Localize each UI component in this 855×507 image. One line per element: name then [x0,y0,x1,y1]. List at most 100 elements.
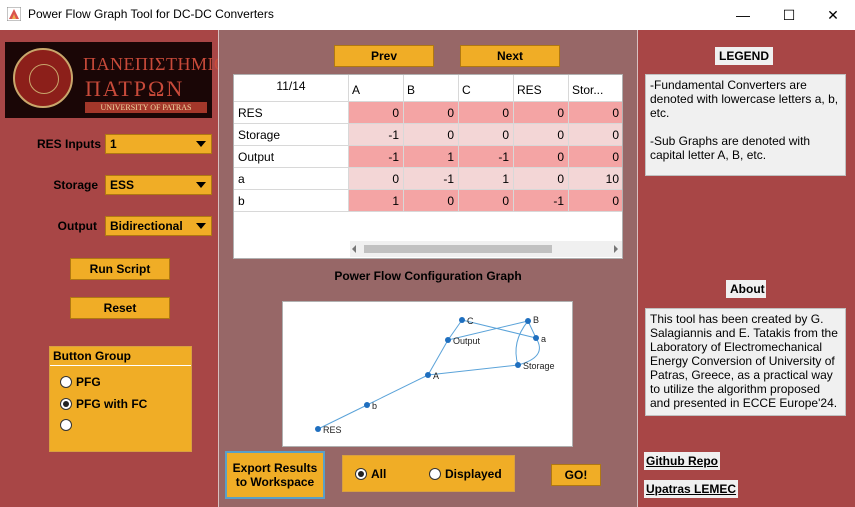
scrollbar-thumb[interactable] [364,245,552,253]
table-cell[interactable]: 0 [404,102,459,124]
row-header: a [234,168,349,190]
prev-button[interactable]: Prev [334,45,434,67]
res-inputs-dropdown[interactable]: 1 [105,134,212,154]
table-row[interactable]: b 1 0 0 -1 0 [234,190,622,212]
divider [50,365,191,366]
row-header: RES [234,102,349,124]
storage-value: ESS [110,178,135,192]
about-box: This tool has been created by G. Salagia… [645,308,846,416]
table-row[interactable]: Storage -1 0 0 0 0 [234,124,622,146]
table-cell[interactable]: 0 [569,102,622,124]
table-cell[interactable]: 0 [514,146,569,168]
output-dropdown[interactable]: Bidirectional [105,216,212,236]
table-cell[interactable]: 0 [349,168,404,190]
legend-text-2: -Sub Graphs are denoted with capital let… [650,134,811,162]
graph-node [364,402,370,408]
table-cell[interactable]: -1 [349,146,404,168]
table-cell[interactable]: 0 [514,168,569,190]
row-header: Storage [234,124,349,146]
output-value: Bidirectional [110,219,183,233]
radio-circle-icon [429,468,441,480]
table-cell[interactable]: 0 [459,124,514,146]
legend-text-1: -Fundamental Converters are denoted with… [650,78,839,120]
node-label-A: A [433,371,439,381]
radio-empty[interactable] [60,419,76,431]
radio-pfg-with-fc[interactable]: PFG with FC [60,397,147,411]
table-header: 11/14 A B C RES Stor... [234,75,622,102]
radio-selected-icon [60,398,72,410]
horizontal-scrollbar[interactable] [350,241,622,257]
res-inputs-label: RES Inputs [36,137,101,151]
table-cell[interactable]: -1 [349,124,404,146]
table-row[interactable]: RES 0 0 0 0 0 [234,102,622,124]
scroll-left-icon[interactable] [352,245,356,253]
column-header[interactable]: RES [514,75,569,102]
table-cell[interactable]: 1 [349,190,404,212]
upatras-lemec-link[interactable]: Upatras LEMEC [644,480,739,498]
graph-node [315,426,321,432]
table-cell[interactable]: 10 [569,168,622,190]
minimize-button[interactable]: — [720,0,766,30]
table-row[interactable]: Output -1 1 -1 0 0 [234,146,622,168]
power-flow-graph: RES b A Output C B a Storage [282,301,573,447]
center-panel: Prev Next 11/14 A B C RES Stor... RES 0 … [218,30,638,507]
table-cell[interactable]: 1 [404,146,459,168]
legend-box: -Fundamental Converters are denoted with… [645,74,846,176]
button-group-title: Button Group [53,349,131,363]
node-label-storage: Storage [523,361,555,371]
table-cell[interactable]: 0 [404,124,459,146]
row-header: b [234,190,349,212]
radio-all[interactable]: All [355,467,386,481]
go-button[interactable]: GO! [551,464,601,486]
table-cell[interactable]: 0 [514,102,569,124]
run-script-button[interactable]: Run Script [70,258,170,280]
graph-node [459,317,465,323]
legend-title: LEGEND [715,47,773,65]
table-cell[interactable]: 0 [514,124,569,146]
column-header[interactable]: A [349,75,404,102]
github-repo-link[interactable]: Github Repo [644,452,720,470]
radio-displayed[interactable]: Displayed [429,467,502,481]
reset-button[interactable]: Reset [70,297,170,319]
graph-node [525,318,531,324]
table-cell[interactable]: -1 [459,146,514,168]
graph-canvas: RES b A Output C B a Storage [315,315,555,435]
graph-node [445,337,451,343]
graph-node [515,362,521,368]
radio-pfg[interactable]: PFG [60,375,101,389]
node-label-C: C [467,316,474,326]
column-header[interactable]: Stor... [569,75,622,102]
graph-node [425,372,431,378]
university-logo: ΠΑΝΕΠΙΣΤΗΜΙΟ ΠΑΤΡΩΝ UNIVERSITY OF PATRAS [5,42,227,118]
table-cell[interactable]: 0 [459,190,514,212]
table-cell[interactable]: 0 [569,190,622,212]
table-row[interactable]: a 0 -1 1 0 10 [234,168,622,190]
column-header[interactable]: B [404,75,459,102]
table-cell[interactable]: 0 [404,190,459,212]
table-cell[interactable]: 0 [459,102,514,124]
scroll-right-icon[interactable] [614,245,618,253]
export-results-button[interactable]: Export Results to Workspace [225,451,325,499]
right-panel: LEGEND -Fundamental Converters are denot… [638,30,855,507]
graph-edge [515,320,529,366]
table-cell[interactable]: 1 [459,168,514,190]
results-table[interactable]: 11/14 A B C RES Stor... RES 0 0 0 0 0 St… [233,74,623,259]
maximize-button[interactable]: ☐ [766,0,812,30]
table-cell[interactable]: -1 [404,168,459,190]
chevron-down-icon [196,141,206,147]
about-title: About [726,280,766,298]
table-cell[interactable]: 0 [569,124,622,146]
app-icon [7,7,21,21]
close-button[interactable]: ✕ [810,0,855,30]
row-header: Output [234,146,349,168]
column-header[interactable]: C [459,75,514,102]
graph-edge [427,364,519,376]
table-cell[interactable]: 0 [349,102,404,124]
table-cell[interactable]: 0 [569,146,622,168]
table-cell[interactable]: -1 [514,190,569,212]
next-button[interactable]: Next [460,45,560,67]
university-seal-icon [13,48,73,108]
radio-pfg-label: PFG [76,375,101,389]
storage-dropdown[interactable]: ESS [105,175,212,195]
node-label-a: a [541,334,546,344]
